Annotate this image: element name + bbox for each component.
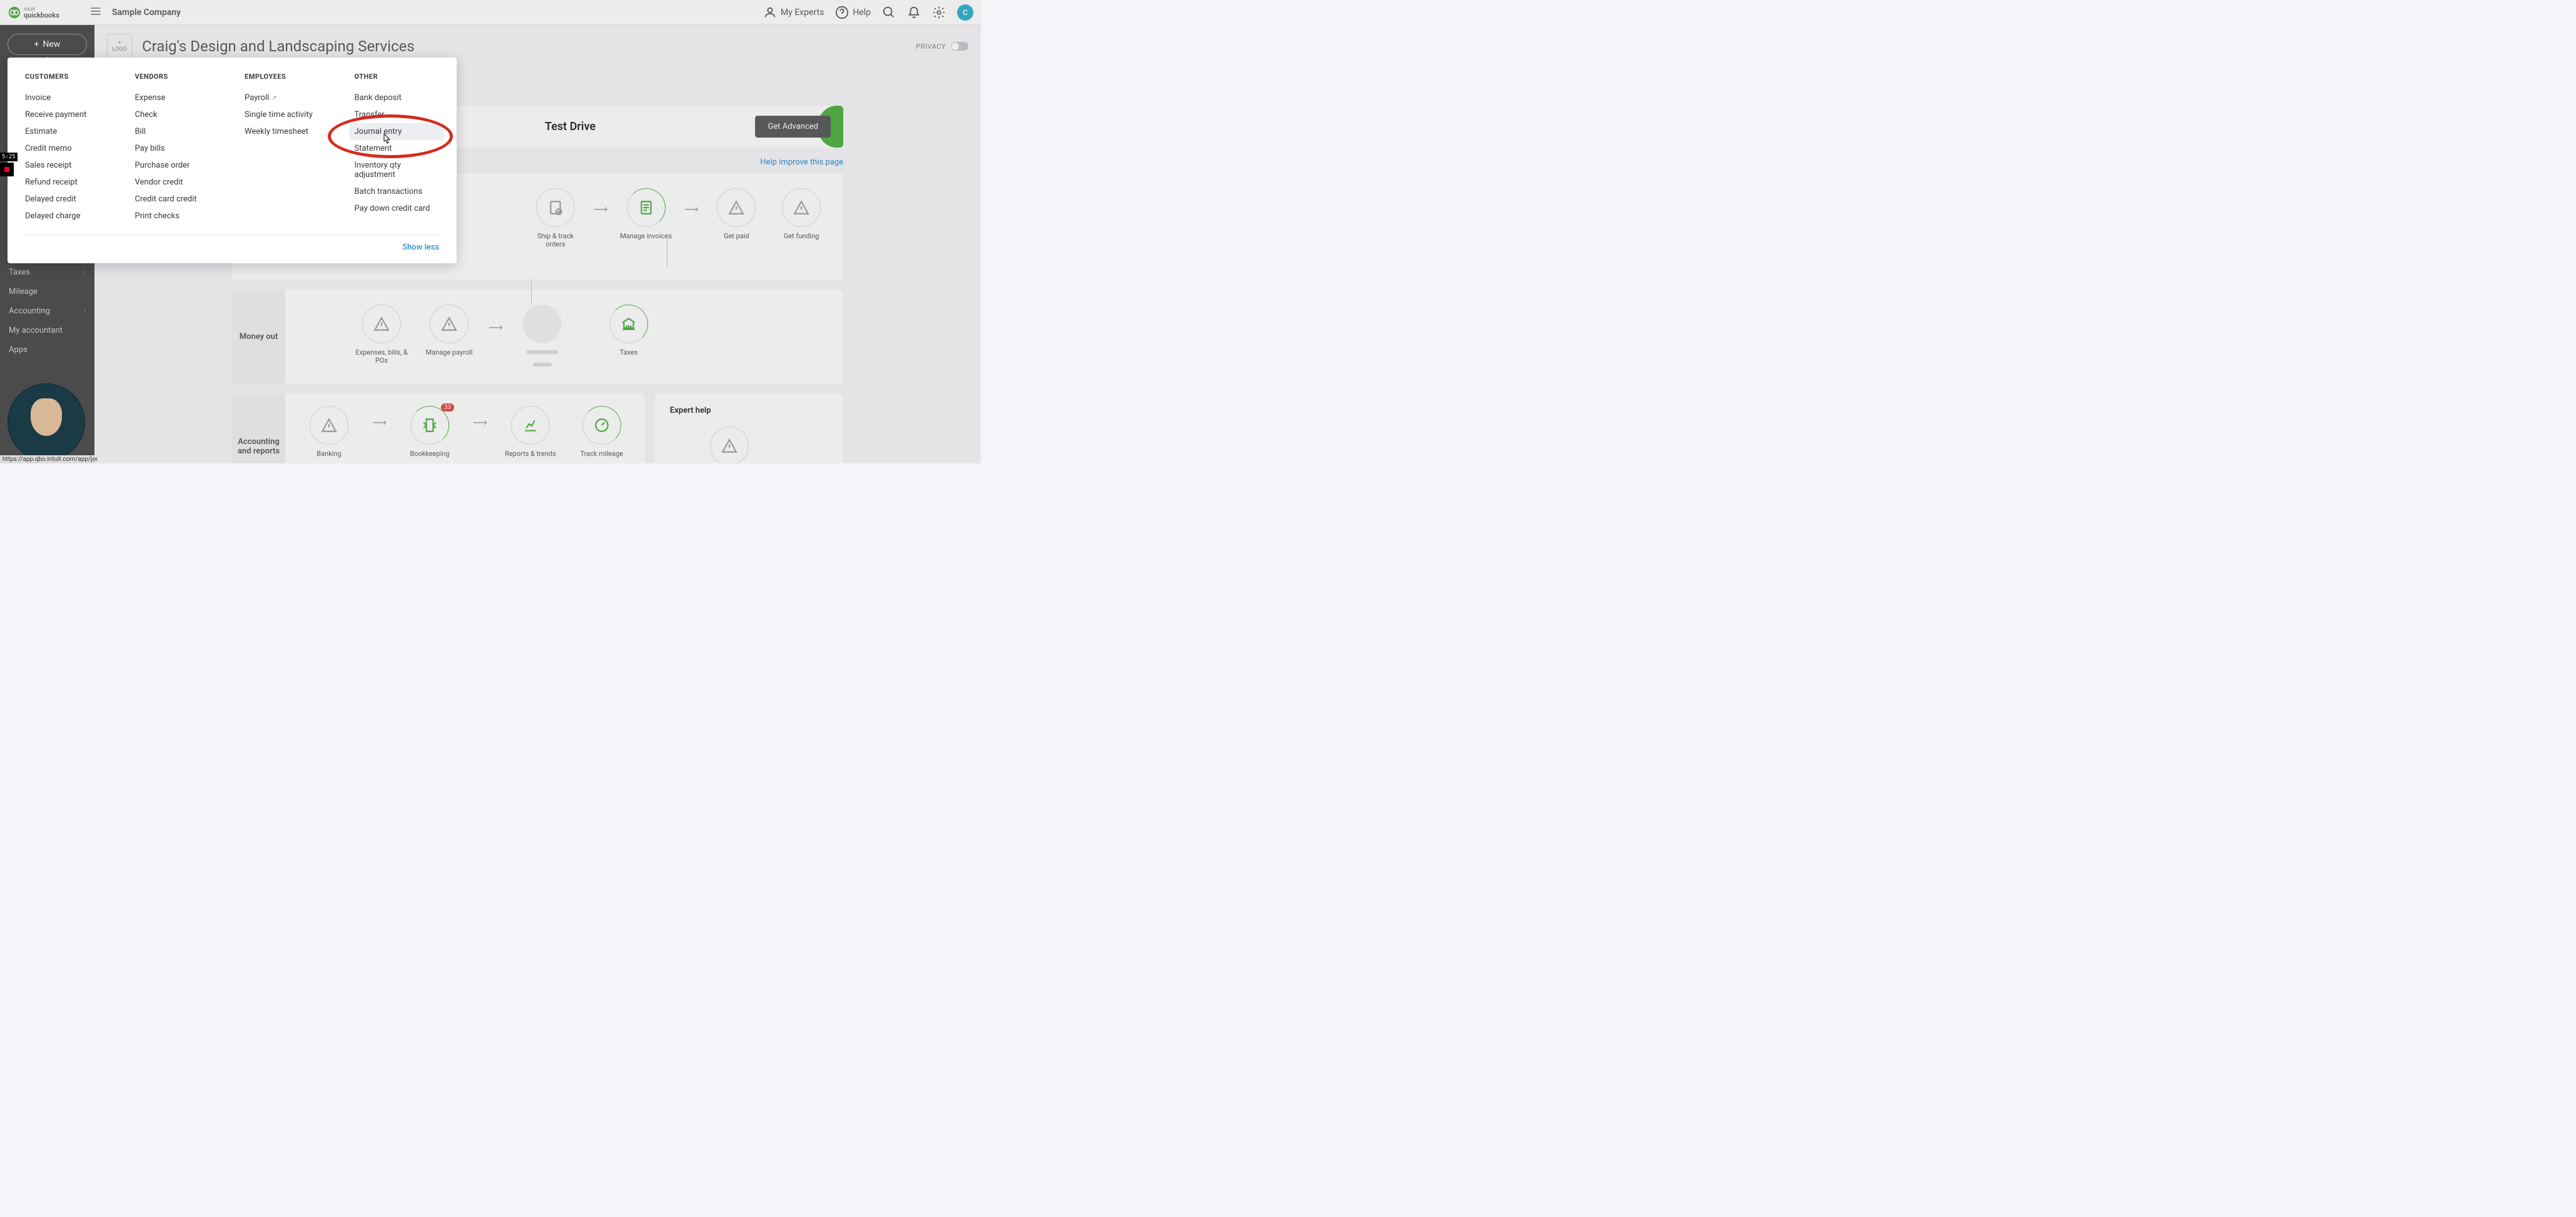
sidebar-item-taxes[interactable]: Taxes›	[0, 263, 94, 282]
chevron-right-icon: ›	[84, 269, 86, 276]
recording-indicator-icon	[0, 163, 14, 176]
get-advanced-button[interactable]: Get Advanced	[755, 116, 831, 138]
quickbooks-logo[interactable]: intuit quickbooks	[8, 6, 59, 19]
menu-payroll[interactable]: Payroll↗	[240, 89, 335, 106]
wf-reports[interactable]: Reports & trends	[502, 406, 559, 458]
menu-inventory-qty-adjustment[interactable]: Inventory qty adjustment	[350, 157, 445, 183]
add-logo-button[interactable]: + LOGO	[107, 34, 132, 59]
menu-bill[interactable]: Bill	[130, 123, 225, 140]
menu-pay-bills[interactable]: Pay bills	[130, 140, 225, 157]
sidebar-item-apps[interactable]: Apps	[0, 340, 94, 360]
menu-pay-down-credit-card[interactable]: Pay down credit card	[350, 200, 445, 217]
arrow-icon: ⟶	[372, 417, 387, 428]
plus-icon: +	[34, 39, 39, 49]
wf-taxes[interactable]: Taxes	[601, 305, 657, 356]
wf-banking[interactable]: Banking	[301, 406, 357, 458]
sidebar-item-accounting[interactable]: Accounting›	[0, 301, 94, 321]
menu-weekly-timesheet[interactable]: Weekly timesheet	[240, 123, 335, 140]
wf-payroll[interactable]: Manage payroll	[421, 305, 477, 356]
menu-batch-transactions[interactable]: Batch transactions	[350, 183, 445, 200]
presenter-webcam	[8, 383, 85, 461]
menu-print-checks[interactable]: Print checks	[130, 208, 225, 225]
menu-transfer[interactable]: Transfer	[350, 106, 445, 123]
wf-talk-bookkeeper[interactable]: Talk to a bookkeeper	[701, 427, 758, 463]
new-button[interactable]: + New	[8, 34, 87, 55]
menu-check[interactable]: Check	[130, 106, 225, 123]
wf-get-paid[interactable]: Get paid	[709, 188, 763, 240]
wf-manage-invoices[interactable]: Manage invoices	[619, 188, 673, 240]
main-header: + LOGO Craig's Design and Landscaping Se…	[107, 34, 968, 59]
money-out-label: Money out	[232, 290, 285, 383]
accounting-label: Accounting and reports	[232, 393, 285, 463]
arrow-icon: ⟶	[473, 417, 487, 428]
accounting-reports-card: Accounting and reports Banking ⟶ 33 Book…	[232, 393, 645, 463]
notifications-icon[interactable]	[907, 6, 921, 19]
badge-count: 33	[441, 403, 454, 412]
mega-col-customers: CUSTOMERS Invoice Receive payment Estima…	[25, 73, 110, 225]
presenter-face	[31, 398, 62, 436]
menu-bank-deposit[interactable]: Bank deposit	[350, 89, 445, 106]
arrow-icon: ⟶	[489, 321, 503, 333]
company-name[interactable]: Sample Company	[112, 8, 181, 18]
browser-status-url: https://app.qbo.intuit.com/app/journal	[0, 455, 97, 463]
menu-vendor-credit[interactable]: Vendor credit	[130, 174, 225, 191]
connector-line	[531, 280, 532, 305]
expert-help-card: Expert help Talk to a bookkeeper	[655, 393, 843, 463]
new-mega-menu: CUSTOMERS Invoice Receive payment Estima…	[8, 58, 457, 263]
show-less-link[interactable]: Show less	[25, 243, 439, 252]
banner-title: Test Drive	[545, 120, 596, 133]
user-avatar[interactable]: C	[957, 4, 973, 21]
hamburger-menu-icon[interactable]	[89, 5, 102, 20]
help-improve-link[interactable]: Help improve this page	[760, 158, 843, 167]
menu-journal-entry[interactable]: Journal entry	[350, 123, 445, 140]
privacy-toggle[interactable]	[951, 42, 968, 51]
mega-col-other: OTHER Bank deposit Transfer Journal entr…	[355, 73, 440, 225]
menu-statement[interactable]: Statement	[350, 140, 445, 157]
menu-single-time-activity[interactable]: Single time activity	[240, 106, 335, 123]
menu-invoice[interactable]: Invoice	[20, 89, 115, 106]
sidebar-item-mileage[interactable]: Mileage	[0, 282, 94, 301]
arrow-icon: ⟶	[684, 203, 699, 215]
menu-expense[interactable]: Expense	[130, 89, 225, 106]
workflow-money-out-card: Money out Expenses, bills, & POs Manage …	[232, 290, 843, 383]
chevron-right-icon: ›	[84, 308, 86, 315]
settings-gear-icon[interactable]	[932, 6, 946, 19]
wf-ship-track[interactable]: Ship & track orders	[529, 188, 582, 248]
recording-timer: 5:25	[0, 153, 18, 161]
menu-credit-card-credit[interactable]: Credit card credit	[130, 191, 225, 208]
mega-col-employees: EMPLOYEES Payroll↗ Single time activity …	[245, 73, 330, 225]
menu-sales-receipt[interactable]: Sales receipt	[20, 157, 115, 174]
menu-refund-receipt[interactable]: Refund receipt	[20, 174, 115, 191]
wf-get-funding[interactable]: Get funding	[774, 188, 828, 240]
help-button[interactable]: Help	[835, 6, 871, 19]
sidebar-item-my-accountant[interactable]: My accountant	[0, 321, 94, 340]
wf-bookkeeping[interactable]: 33 Bookkeeping	[402, 406, 458, 458]
menu-estimate[interactable]: Estimate	[20, 123, 115, 140]
menu-delayed-charge[interactable]: Delayed charge	[20, 208, 115, 225]
wf-mileage[interactable]: Track mileage	[574, 406, 630, 458]
brand-name: quickbooks	[24, 13, 59, 19]
expert-help-title: Expert help	[670, 406, 828, 415]
menu-delayed-credit[interactable]: Delayed credit	[20, 191, 115, 208]
search-icon[interactable]	[882, 6, 896, 19]
page-title: Craig's Design and Landscaping Services	[142, 38, 415, 55]
menu-credit-memo[interactable]: Credit memo	[20, 140, 115, 157]
top-bar: intuit quickbooks Sample Company My Expe…	[0, 0, 981, 25]
wf-loading	[514, 305, 570, 368]
menu-purchase-order[interactable]: Purchase order	[130, 157, 225, 174]
wf-expenses[interactable]: Expenses, bills, & POs	[353, 305, 410, 365]
my-experts-button[interactable]: My Experts	[763, 6, 824, 19]
privacy-toggle-group: PRIVACY	[916, 42, 968, 51]
menu-receive-payment[interactable]: Receive payment	[20, 106, 115, 123]
external-arrow-icon: ↗	[271, 95, 276, 102]
arrow-icon: ⟶	[594, 203, 608, 215]
mega-col-vendors: VENDORS Expense Check Bill Pay bills Pur…	[135, 73, 220, 225]
